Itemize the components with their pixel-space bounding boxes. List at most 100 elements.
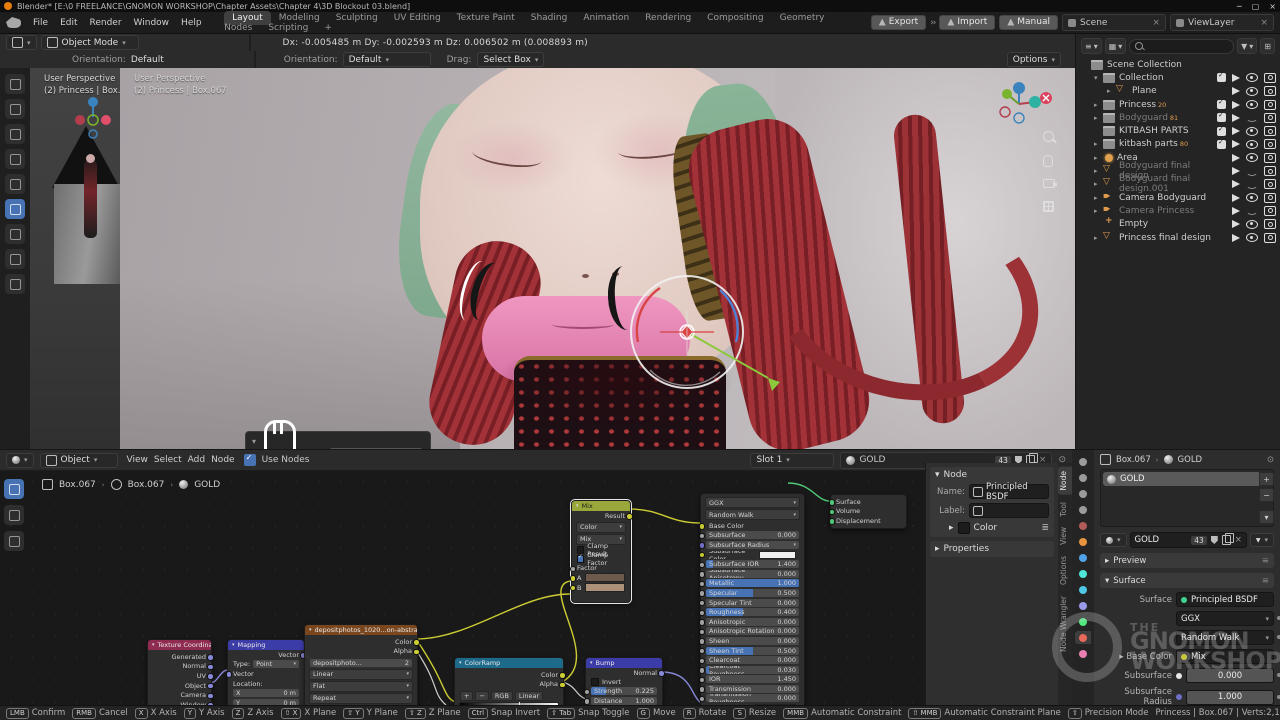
render-camera-icon[interactable] — [1264, 139, 1276, 149]
bsdf-input-row[interactable]: Clearcoat Roughness 0.030 — [706, 666, 799, 674]
transform-tool-icon[interactable] — [5, 199, 25, 219]
render-camera-icon[interactable] — [1264, 166, 1276, 176]
surface-shader-button[interactable]: Principled BSDF — [1176, 592, 1274, 607]
node-output-socket[interactable]: Object — [148, 681, 211, 691]
add-stop-button[interactable]: + — [460, 691, 473, 701]
expand-icon[interactable]: ▸ — [949, 523, 954, 533]
texture-properties-icon[interactable] — [1075, 647, 1091, 660]
workspace-tab[interactable]: Shading — [523, 11, 576, 25]
node-output-socket[interactable]: Normal — [148, 662, 211, 672]
annotate-tool-icon[interactable] — [5, 224, 25, 244]
selectable-icon[interactable] — [1232, 234, 1240, 242]
editor-type-selector[interactable] — [6, 35, 37, 50]
material-slot-list[interactable]: GOLD + − ▾ — [1100, 469, 1274, 527]
visibility-eye-icon[interactable] — [1246, 127, 1258, 136]
visibility-eye-icon[interactable] — [1246, 100, 1258, 109]
selectable-icon[interactable] — [1232, 101, 1240, 109]
node-output-socket[interactable]: Color — [455, 670, 563, 680]
main-3d-viewport[interactable]: User Perspective (2) Princess | Box.067 — [120, 68, 1075, 449]
node-output-socket[interactable]: Normal — [586, 668, 662, 678]
selectable-icon[interactable] — [1232, 87, 1240, 95]
exclude-checkbox[interactable] — [1217, 73, 1226, 82]
render-camera-icon[interactable] — [1264, 153, 1276, 163]
node-output-socket[interactable]: Generated — [148, 652, 211, 662]
clamp-result-checkbox[interactable] — [577, 546, 584, 554]
material-name-field[interactable]: GOLD 43 × — [1130, 532, 1247, 548]
render-camera-icon[interactable] — [1264, 113, 1276, 123]
shader-menu-item[interactable]: Node — [208, 455, 238, 465]
bsdf-input-row[interactable]: IOR 1.450 — [706, 675, 799, 683]
exclude-checkbox[interactable] — [1217, 100, 1226, 109]
visibility-eye-icon[interactable] — [1246, 153, 1258, 162]
constraint-properties-icon[interactable] — [1075, 599, 1091, 612]
node-input-socket[interactable]: Vector — [228, 669, 304, 679]
exclude-checkbox[interactable] — [1217, 140, 1226, 149]
mix-a-color-swatch[interactable] — [585, 573, 625, 582]
sidebar-tab[interactable]: Options — [1058, 552, 1072, 589]
outliner-row[interactable]: ▸ Bodyguard 81 — [1076, 111, 1280, 124]
scene-selector[interactable]: Scene× — [1062, 14, 1166, 31]
visibility-eye-icon[interactable] — [1246, 193, 1258, 202]
pan-hand-icon[interactable] — [1042, 154, 1057, 169]
visibility-eye-icon[interactable] — [1246, 220, 1258, 229]
menu-item[interactable]: Window — [128, 16, 176, 30]
node-editor-canvas[interactable]: Box.067 › Box.067 › GOLD Texture Coordin… — [0, 471, 1072, 705]
render-camera-icon[interactable] — [1264, 100, 1276, 110]
render-camera-icon[interactable] — [1264, 206, 1276, 216]
maximize-icon[interactable]: ▢ — [1252, 2, 1260, 11]
expand-icon[interactable]: ▸ — [1094, 140, 1103, 148]
tweak-tool-icon[interactable] — [5, 74, 25, 94]
sidebar-tab[interactable]: Tool — [1058, 498, 1072, 521]
image-texture-node[interactable]: depositphotos_1020...on-abstract-wavy-li… — [304, 624, 418, 705]
pin-icon[interactable]: ⊙ — [1267, 455, 1274, 465]
mode-dropdown[interactable]: Object Mode — [41, 35, 139, 50]
expand-icon[interactable]: ▸ — [1094, 114, 1103, 122]
mix-node[interactable]: Mix Result Color Mix Clamp Result Clamp … — [571, 500, 631, 603]
object-data-properties-icon[interactable] — [1075, 615, 1091, 628]
bsdf-input-row[interactable]: Subsurface IOR 1.400 — [706, 560, 799, 568]
menu-item[interactable]: File — [27, 16, 54, 30]
subsurface-method-dropdown[interactable]: Random Walk — [1176, 630, 1274, 645]
material-filter-dropdown[interactable]: ▼ — [1250, 533, 1274, 547]
visibility-eye-icon[interactable] — [1246, 167, 1258, 176]
exclude-checkbox[interactable] — [1217, 113, 1226, 122]
expand-icon[interactable]: ▸ — [1094, 234, 1103, 242]
subsurface-method-dropdown[interactable]: Random Walk — [705, 509, 800, 520]
image-option-dropdown[interactable]: Flat — [309, 681, 413, 692]
invert-checkbox[interactable] — [591, 678, 599, 686]
measure-tool-icon[interactable] — [5, 249, 25, 269]
outliner-row[interactable]: Scene Collection — [1076, 58, 1280, 71]
base-color-value[interactable]: Mix — [1176, 649, 1274, 664]
viewlayer-selector[interactable]: ViewLayer× — [1170, 14, 1274, 31]
expand-icon[interactable]: ▸ — [1094, 101, 1103, 109]
bsdf-input-row[interactable]: Subsurface Color — [706, 551, 799, 559]
sidebar-tab[interactable]: View — [1058, 523, 1072, 549]
menu-item[interactable]: Edit — [54, 16, 83, 30]
clamp-factor-checkbox[interactable] — [577, 555, 584, 563]
node-output-socket[interactable]: Vector — [228, 650, 304, 660]
selectable-icon[interactable] — [1232, 220, 1240, 228]
bsdf-input-row[interactable]: Specular Tint 0.000 — [706, 599, 799, 607]
exclude-checkbox[interactable] — [1217, 127, 1226, 136]
outliner-row[interactable]: ▸ Bodyguard final design.001 — [1076, 178, 1280, 191]
outliner-search-input[interactable] — [1129, 39, 1234, 54]
visibility-eye-icon[interactable] — [1246, 140, 1258, 149]
manual-button[interactable]: Manual — [999, 15, 1058, 30]
mapping-node[interactable]: Mapping Vector Type:Point Vector Locatio… — [227, 639, 305, 705]
ramp-interpolation-dropdown[interactable]: Linear — [515, 691, 543, 701]
node-output-socket[interactable]: Color — [305, 637, 417, 647]
slot-dropdown[interactable]: Slot 1 — [750, 453, 834, 468]
angle-value-1[interactable]: 36.7° — [330, 448, 422, 449]
new-collection-button[interactable]: ⊞ — [1260, 38, 1275, 54]
outliner-filter-button[interactable]: ▼▾ — [1237, 38, 1257, 54]
camera-view-icon[interactable] — [1042, 178, 1057, 193]
bsdf-input-row[interactable]: Specular 0.500 — [706, 589, 799, 597]
bsdf-input-row[interactable]: Clearcoat 0.000 — [706, 656, 799, 664]
node-input-socket[interactable]: Volume — [831, 507, 906, 517]
add-cube-tool-icon[interactable] — [5, 274, 25, 294]
drag-dropdown[interactable]: Select Box — [477, 52, 544, 67]
presets-list-icon[interactable]: ≣ — [1041, 523, 1049, 533]
node-output-socket[interactable]: Result — [572, 511, 630, 521]
shader-menu-item[interactable]: Add — [185, 455, 208, 465]
world-properties-icon[interactable] — [1075, 519, 1091, 532]
